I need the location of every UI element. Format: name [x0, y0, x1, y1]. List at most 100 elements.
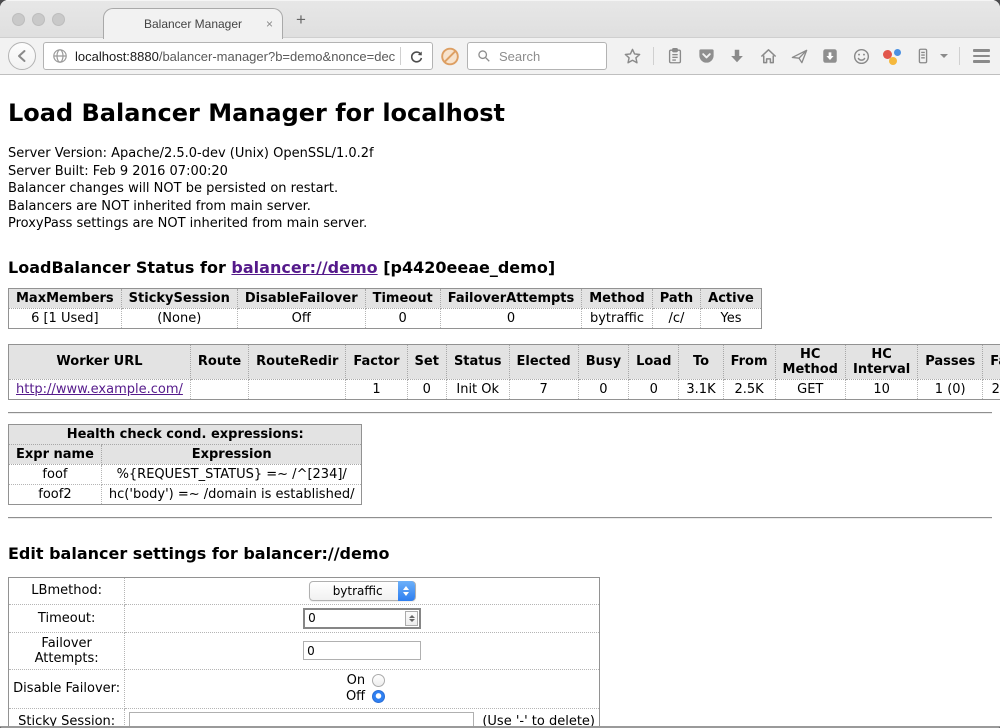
column-header: Load	[629, 344, 679, 379]
column-header: MaxMembers	[9, 288, 122, 308]
zoom-window-button[interactable]	[52, 13, 65, 26]
column-header: Method	[582, 288, 652, 308]
cell: 1 (0)	[918, 379, 983, 399]
column-header: Active	[701, 288, 762, 308]
timeout-input[interactable]	[303, 608, 421, 629]
window-controls	[12, 13, 65, 26]
lbmethod-label: LBmethod:	[9, 577, 125, 604]
column-header: FailoverAttempts	[440, 288, 582, 308]
cell-worker-url: http://www.example.com/	[9, 379, 191, 399]
hamburger-menu-button[interactable]	[971, 46, 991, 66]
lbmethod-selected-value: bytraffic	[322, 584, 394, 598]
cell: Yes	[701, 308, 762, 328]
toolbar-divider	[653, 47, 654, 65]
cell: /c/	[652, 308, 700, 328]
minimize-window-button[interactable]	[32, 13, 45, 26]
column-header: Timeout	[365, 288, 440, 308]
cell: %{REQUEST_STATUS} =~ /^[234]/	[101, 464, 362, 484]
column-header: Elected	[509, 344, 578, 379]
form-row-lbmethod: LBmethod: bytraffic	[9, 577, 600, 604]
column-header: Set	[407, 344, 446, 379]
tab-balancer-manager[interactable]: Balancer Manager ×	[103, 8, 283, 39]
lbmethod-select[interactable]: bytraffic	[309, 581, 416, 601]
edit-balancer-form: LBmethod: bytraffic Timeout:	[8, 577, 600, 728]
cell: 3.1K	[679, 379, 723, 399]
failover-attempts-input[interactable]	[303, 641, 421, 660]
column-header: From	[723, 344, 775, 379]
cell	[190, 379, 248, 399]
block-icon[interactable]	[440, 46, 460, 66]
url-bar[interactable]: localhost:8880/balancer-manager?b=demo&n…	[43, 42, 433, 70]
form-row-failover-attempts: Failover Attempts:	[9, 632, 600, 669]
status-heading-prefix: LoadBalancer Status for	[8, 258, 231, 277]
cell: 10	[845, 379, 917, 399]
search-bar[interactable]: Search	[467, 42, 607, 70]
status-heading: LoadBalancer Status for balancer://demo …	[8, 258, 992, 277]
health-table-title: Health check cond. expressions:	[9, 424, 362, 444]
cell: 7	[509, 379, 578, 399]
column-header: To	[679, 344, 723, 379]
navigation-toolbar: localhost:8880/balancer-manager?b=demo&n…	[0, 37, 1000, 75]
cell: 6 [1 Used]	[9, 308, 122, 328]
persist-note-line: Balancer changes will NOT be persisted o…	[8, 180, 992, 198]
form-row-timeout: Timeout:	[9, 604, 600, 632]
cell: GET	[775, 379, 845, 399]
caret-down-icon[interactable]	[940, 54, 948, 58]
urlbar-divider	[400, 47, 401, 65]
smiley-icon[interactable]	[851, 46, 871, 66]
cell: foof	[9, 464, 102, 484]
table-row: 6 [1 Used] (None) Off 0 0 bytraffic /c/ …	[9, 308, 762, 328]
column-header: Expression	[101, 444, 362, 464]
disable-failover-label: Disable Failover:	[9, 669, 125, 708]
url-text[interactable]: localhost:8880/balancer-manager?b=demo&n…	[75, 49, 395, 64]
cell	[249, 379, 346, 399]
column-header: Worker URL	[9, 344, 191, 379]
toolbar-icons	[622, 46, 1000, 66]
reload-button[interactable]	[406, 46, 426, 66]
number-spinner-icon[interactable]	[405, 611, 418, 626]
new-tab-button[interactable]: +	[296, 10, 306, 30]
download-square-icon[interactable]	[820, 46, 840, 66]
worker-url-link[interactable]: http://www.example.com/	[16, 382, 183, 397]
bookmark-star-button[interactable]	[622, 46, 642, 66]
health-check-table: Health check cond. expressions: Expr nam…	[8, 424, 362, 505]
sticky-session-label: Sticky Session:	[9, 708, 125, 727]
send-plane-icon[interactable]	[789, 46, 809, 66]
cell: (None)	[121, 308, 237, 328]
column-header: HC Method	[775, 344, 845, 379]
reader-icon[interactable]	[913, 46, 933, 66]
disable-failover-on-radio[interactable]	[372, 674, 385, 687]
cell: 0	[578, 379, 628, 399]
edit-settings-heading: Edit balancer settings for balancer://de…	[8, 544, 992, 563]
cell: 1	[346, 379, 407, 399]
column-header: Fails	[983, 344, 1000, 379]
server-built-line: Server Built: Feb 9 2016 07:00:20	[8, 163, 992, 181]
toolbar-divider-2	[959, 47, 960, 65]
sticky-session-input[interactable]	[129, 712, 474, 728]
timeout-field[interactable]	[305, 611, 405, 625]
table-header-row: MaxMembers StickySession DisableFailover…	[9, 288, 762, 308]
color-dots-icon[interactable]	[882, 46, 902, 66]
cell: 0	[407, 379, 446, 399]
page-content: Load Balancer Manager for localhost Serv…	[0, 75, 1000, 727]
globe-icon	[50, 46, 70, 66]
sticky-session-note: (Use '-' to delete)	[482, 714, 595, 728]
pocket-icon[interactable]	[696, 46, 716, 66]
column-header: Busy	[578, 344, 628, 379]
home-icon[interactable]	[758, 46, 778, 66]
disable-failover-off-radio[interactable]	[372, 690, 385, 703]
balancer-demo-link[interactable]: balancer://demo	[231, 258, 377, 277]
back-button[interactable]	[8, 42, 36, 70]
table-row: foof %{REQUEST_STATUS} =~ /^[234]/	[9, 464, 362, 484]
section-divider	[8, 412, 992, 414]
cell: Off	[237, 308, 365, 328]
table-header-row: Expr name Expression	[9, 444, 362, 464]
search-icon	[474, 46, 494, 66]
close-window-button[interactable]	[12, 13, 25, 26]
column-header: RouteRedir	[249, 344, 346, 379]
workers-table: Worker URL Route RouteRedir Factor Set S…	[8, 344, 1000, 400]
clipboard-icon[interactable]	[665, 46, 685, 66]
downloads-arrow-icon[interactable]	[727, 46, 747, 66]
tab-close-icon[interactable]: ×	[266, 17, 273, 31]
browser-window: Balancer Manager × + localhost:8880/bala…	[0, 0, 1000, 728]
